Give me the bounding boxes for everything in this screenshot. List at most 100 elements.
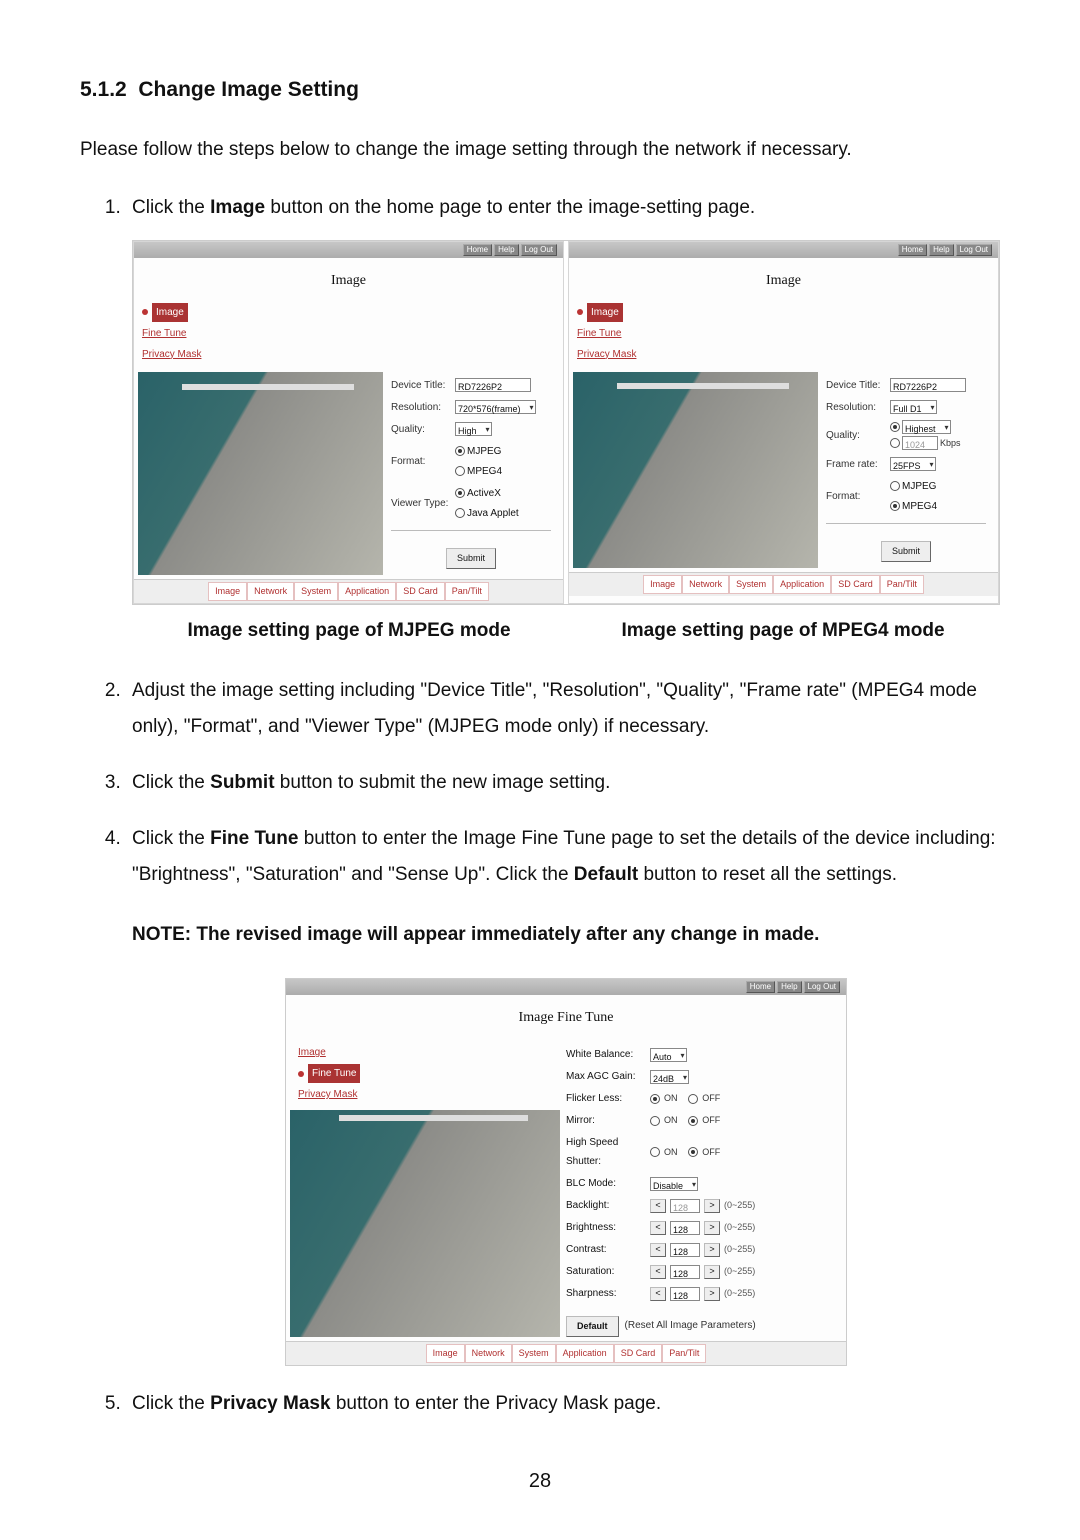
bullet-icon: Image — [577, 303, 623, 322]
resolution-label: Resolution: — [826, 398, 886, 417]
format-mpeg4-radio[interactable] — [455, 466, 465, 476]
format-mjpeg-radio[interactable] — [890, 481, 900, 491]
sidebar-item-image[interactable]: Image — [152, 303, 188, 322]
backlight-value[interactable]: 128 — [670, 1199, 700, 1213]
step-3: Click the Submit button to submit the ne… — [126, 765, 1000, 801]
quality-select[interactable]: Highest — [902, 420, 951, 434]
bitrate-input[interactable]: 1024 — [902, 436, 938, 450]
backlight-inc[interactable]: > — [704, 1199, 720, 1213]
brightness-dec[interactable]: < — [650, 1221, 666, 1235]
format-mpeg4-radio[interactable] — [890, 501, 900, 511]
submit-button[interactable]: Submit — [446, 548, 496, 569]
blc-select[interactable]: Disable — [650, 1177, 698, 1191]
format-mjpeg-radio[interactable] — [455, 446, 465, 456]
screenshot-pair: Home Help Log Out Image Image Fine Tune … — [132, 240, 1000, 605]
device-title-input[interactable]: RD7226P2 — [890, 378, 966, 392]
saturation-value[interactable]: 128 — [670, 1265, 700, 1279]
flicker-on-radio[interactable] — [650, 1094, 660, 1104]
camera-preview — [138, 372, 383, 575]
logout-button[interactable]: Log Out — [804, 981, 840, 993]
sidebar-item-privacy-mask[interactable]: Privacy Mask — [577, 345, 636, 364]
tab-sdcard[interactable]: SD Card — [396, 582, 445, 601]
settings-form: Device Title:RD7226P2 Resolution:720*576… — [391, 372, 559, 575]
help-button[interactable]: Help — [494, 244, 518, 256]
tab-network[interactable]: Network — [247, 582, 294, 601]
tab-pantilt[interactable]: Pan/Tilt — [662, 1344, 706, 1363]
mirror-off-radio[interactable] — [688, 1116, 698, 1126]
step-5: Click the Privacy Mask button to enter t… — [126, 1386, 1000, 1422]
sidebar-item-image[interactable]: Image — [587, 303, 623, 322]
sidebar-item-fine-tune[interactable]: Fine Tune — [577, 324, 621, 343]
tab-system[interactable]: System — [729, 575, 773, 594]
tab-application[interactable]: Application — [773, 575, 831, 594]
sidebar-item-image[interactable]: Image — [298, 1043, 326, 1062]
sharpness-inc[interactable]: > — [704, 1287, 720, 1301]
sidebar-item-fine-tune[interactable]: Fine Tune — [308, 1064, 360, 1083]
default-button[interactable]: Default — [566, 1316, 619, 1337]
saturation-dec[interactable]: < — [650, 1265, 666, 1279]
viewer-activex-radio[interactable] — [455, 488, 465, 498]
tab-pantilt[interactable]: Pan/Tilt — [880, 575, 924, 594]
white-balance-select[interactable]: Auto — [650, 1048, 687, 1062]
saturation-inc[interactable]: > — [704, 1265, 720, 1279]
bullet-icon: Fine Tune — [298, 1064, 360, 1083]
tab-network[interactable]: Network — [682, 575, 729, 594]
sidebar-item-fine-tune[interactable]: Fine Tune — [142, 324, 186, 343]
tab-image[interactable]: Image — [426, 1344, 465, 1363]
help-button[interactable]: Help — [929, 244, 953, 256]
frame-rate-select[interactable]: 25FPS — [890, 457, 936, 471]
backlight-dec[interactable]: < — [650, 1199, 666, 1213]
home-button[interactable]: Home — [463, 244, 492, 256]
brightness-label: Brightness: — [566, 1218, 646, 1237]
tab-pantilt[interactable]: Pan/Tilt — [445, 582, 489, 601]
tab-application[interactable]: Application — [556, 1344, 614, 1363]
tab-image[interactable]: Image — [208, 582, 247, 601]
viewer-java-radio[interactable] — [455, 508, 465, 518]
mirror-on-radio[interactable] — [650, 1116, 660, 1126]
shutter-on-radio[interactable] — [650, 1147, 660, 1157]
home-button[interactable]: Home — [898, 244, 927, 256]
submit-button[interactable]: Submit — [881, 541, 931, 562]
mpeg4-panel: Home Help Log Out Image Image Fine Tune … — [568, 241, 999, 604]
image-keyword: Image — [210, 197, 265, 218]
quality-highest-radio[interactable] — [890, 422, 900, 432]
logout-button[interactable]: Log Out — [521, 244, 557, 256]
device-title-input[interactable]: RD7226P2 — [455, 378, 531, 392]
shutter-off-radio[interactable] — [688, 1147, 698, 1157]
tab-sdcard[interactable]: SD Card — [614, 1344, 663, 1363]
fine-tune-keyword: Fine Tune — [210, 828, 298, 849]
sidebar-item-privacy-mask[interactable]: Privacy Mask — [298, 1085, 357, 1104]
top-bar: Home Help Log Out — [569, 242, 998, 258]
flicker-off-radio[interactable] — [688, 1094, 698, 1104]
help-button[interactable]: Help — [777, 981, 801, 993]
contrast-inc[interactable]: > — [704, 1243, 720, 1257]
sidebar: Image Fine Tune Privacy Mask — [290, 1039, 560, 1110]
logout-button[interactable]: Log Out — [956, 244, 992, 256]
brightness-inc[interactable]: > — [704, 1221, 720, 1235]
default-description: (Reset All Image Parameters) — [625, 1316, 756, 1335]
top-bar: Home Help Log Out — [134, 242, 563, 258]
camera-preview — [573, 372, 818, 568]
home-button[interactable]: Home — [746, 981, 775, 993]
sharpness-dec[interactable]: < — [650, 1287, 666, 1301]
quality-select[interactable]: High — [455, 422, 492, 436]
resolution-select[interactable]: Full D1 — [890, 400, 937, 414]
panel-body: Device Title:RD7226P2 Resolution:720*576… — [134, 368, 563, 579]
tab-system[interactable]: System — [512, 1344, 556, 1363]
contrast-value[interactable]: 128 — [670, 1243, 700, 1257]
agc-select[interactable]: 24dB — [650, 1070, 689, 1084]
tab-application[interactable]: Application — [338, 582, 396, 601]
sidebar: Image Fine Tune Privacy Mask — [569, 299, 998, 368]
tab-sdcard[interactable]: SD Card — [831, 575, 880, 594]
panel-title: Image — [569, 268, 998, 295]
brightness-value[interactable]: 128 — [670, 1221, 700, 1235]
contrast-dec[interactable]: < — [650, 1243, 666, 1257]
sidebar-item-privacy-mask[interactable]: Privacy Mask — [142, 345, 201, 364]
bottom-tabs: Image Network System Application SD Card… — [569, 572, 998, 596]
tab-image[interactable]: Image — [643, 575, 682, 594]
sharpness-value[interactable]: 128 — [670, 1287, 700, 1301]
quality-bitrate-radio[interactable] — [890, 438, 900, 448]
tab-system[interactable]: System — [294, 582, 338, 601]
resolution-select[interactable]: 720*576(frame) — [455, 400, 536, 414]
tab-network[interactable]: Network — [465, 1344, 512, 1363]
